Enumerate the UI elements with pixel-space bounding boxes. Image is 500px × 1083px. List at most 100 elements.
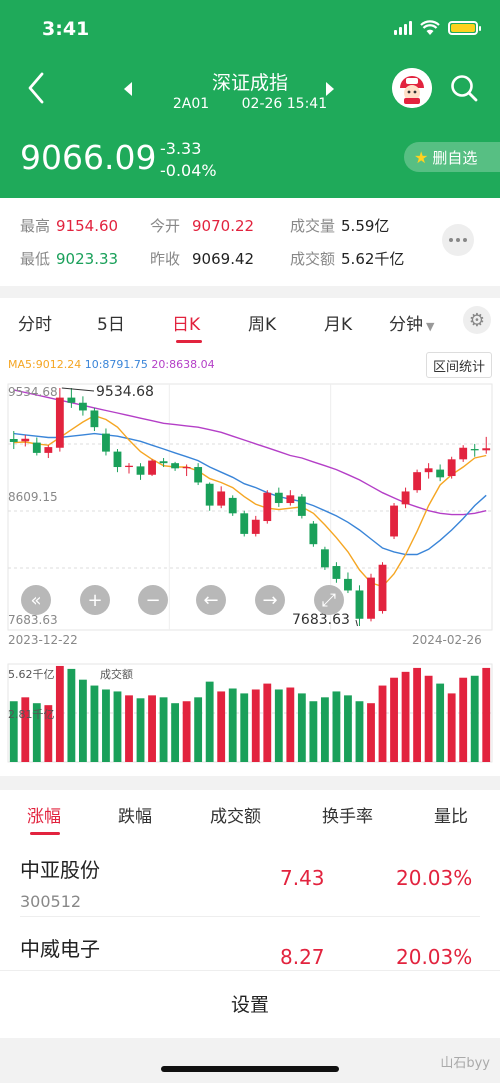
period-tabs: 分时 5日 日K 周K 月K 分钟 ▼ ⚙ <box>0 298 500 344</box>
tab-minute[interactable]: 分钟 ▼ <box>389 310 434 335</box>
ma-legend: MA5:9012.24 10:8791.75 20:8638.04 <box>8 358 215 371</box>
volume-bar <box>148 695 156 762</box>
wifi-icon <box>420 20 440 35</box>
volume-bar <box>217 691 226 762</box>
candle-body <box>228 497 237 514</box>
stock-price: 8.27 <box>280 945 325 969</box>
ma20-value: 20:8638.04 <box>151 358 215 371</box>
tab-volume-ratio[interactable]: 量比 <box>434 802 468 827</box>
date-end-label: 2024-02-26 <box>412 633 482 647</box>
header-panel: 3:41 深证成指 2A01 02-26 15:41 9066.09 -3.33… <box>0 0 500 198</box>
stock-price: 7.43 <box>280 866 325 890</box>
list-item[interactable]: 中亚股份 300512 7.43 20.03% <box>0 838 500 916</box>
candle-body <box>459 447 468 460</box>
stat-prev-close: 昨收 9069.42 <box>150 250 255 268</box>
candle-body <box>470 449 479 451</box>
expand-icon[interactable]: ⤢ <box>314 585 344 615</box>
active-tab-indicator <box>176 340 202 343</box>
candle-body <box>32 442 41 453</box>
zoom-out-icon[interactable]: − <box>138 585 168 615</box>
tab-timeshare[interactable]: 分时 <box>18 310 52 335</box>
candle-body <box>182 467 191 469</box>
kline-chart[interactable]: 9534.68 8609.15 7683.63 2023-12-22 2024-… <box>0 344 500 776</box>
candle-body <box>240 513 249 534</box>
stat-volume: 成交量 5.59亿 <box>290 217 390 235</box>
candle-body <box>390 505 398 537</box>
stock-list: 中亚股份 300512 7.43 20.03% 中威电子 8.27 20.03% <box>0 838 500 970</box>
active-tab-indicator <box>30 832 60 835</box>
range-stats-button[interactable]: 区间统计 <box>426 352 492 378</box>
candle-body <box>424 468 433 473</box>
index-code: 2A01 <box>172 96 210 112</box>
y-mid-label: 8609.15 <box>8 490 58 504</box>
avatar[interactable] <box>392 68 432 108</box>
zoom-in-icon[interactable]: + <box>80 585 110 615</box>
rewind-icon[interactable]: « <box>21 585 51 615</box>
volume-bar <box>424 675 433 762</box>
candle-body <box>355 590 364 619</box>
tab-monthly-k[interactable]: 月K <box>324 310 352 335</box>
remove-watchlist-button[interactable]: ★ 删自选 <box>404 142 500 172</box>
volume-bar <box>447 693 456 762</box>
signal-icon <box>394 21 412 35</box>
ranking-tabs: 涨幅 跌幅 成交额 换手率 量比 <box>0 790 500 838</box>
volume-bar <box>205 681 214 762</box>
volume-bar <box>78 679 87 762</box>
volume-bar <box>309 701 318 762</box>
low-marker-arrow <box>355 619 358 627</box>
index-price: 9066.09 <box>20 138 157 177</box>
volume-bar <box>482 667 491 762</box>
volume-bar <box>344 695 352 762</box>
arrow-left-icon[interactable]: ← <box>196 585 226 615</box>
tab-turnover-amount[interactable]: 成交额 <box>210 802 261 827</box>
change-percent: -0.04% <box>160 161 217 180</box>
caret-down-icon: ▼ <box>426 320 435 333</box>
stock-code: 300512 <box>20 892 82 911</box>
candle-body <box>171 463 180 469</box>
candle-body <box>159 461 168 464</box>
candle-body <box>482 448 491 451</box>
volume-bar <box>194 697 203 762</box>
volume-bar <box>125 695 133 762</box>
more-button[interactable] <box>442 224 474 256</box>
candle-body <box>367 577 375 619</box>
list-item[interactable]: 中威电子 8.27 20.03% <box>0 917 500 970</box>
volume-bar <box>55 665 64 762</box>
candle-body <box>286 495 295 504</box>
volume-bar <box>297 693 306 762</box>
settings-button[interactable]: 设置 <box>0 970 500 1038</box>
ma5-value: MA5:9012.24 <box>8 358 82 371</box>
low-marker-label: 7683.63 <box>292 612 350 628</box>
candle-body <box>378 564 387 612</box>
stock-name: 中威电子 <box>20 937 100 961</box>
search-icon[interactable] <box>448 72 480 104</box>
volume-bar <box>436 683 445 762</box>
volume-bar <box>320 697 329 762</box>
tab-5day[interactable]: 5日 <box>97 310 125 335</box>
tab-daily-k[interactable]: 日K <box>172 310 200 335</box>
tab-weekly-k[interactable]: 周K <box>248 310 276 335</box>
volume-bar <box>378 685 387 762</box>
candle-body <box>102 433 110 452</box>
candle-body <box>136 466 145 475</box>
high-marker-arrow <box>61 387 95 392</box>
gear-icon[interactable]: ⚙ <box>463 306 491 334</box>
tab-losers[interactable]: 跌幅 <box>118 802 152 827</box>
candle-body <box>320 549 329 568</box>
quote-stats: 最高 9154.60 今开 9070.22 成交量 5.59亿 最低 9023.33 昨… <box>0 198 500 286</box>
home-indicator[interactable] <box>161 1066 339 1072</box>
arrow-right-icon[interactable]: → <box>255 585 285 615</box>
stock-change-percent: 20.03% <box>396 945 473 969</box>
y-top-label: 9534.68 <box>8 385 58 399</box>
tab-turnover-rate[interactable]: 换手率 <box>322 802 373 827</box>
tab-gainers[interactable]: 涨幅 <box>27 802 61 827</box>
volume-half-label: 2.81千亿 <box>8 708 55 721</box>
stock-change-percent: 20.03% <box>396 866 473 890</box>
volume-bar <box>240 693 249 762</box>
y-bottom-label: 7683.63 <box>8 613 58 627</box>
candle-body <box>90 410 99 428</box>
stat-amount: 成交额 5.62千亿 <box>290 250 405 268</box>
volume-bar <box>67 668 76 762</box>
kline-chart-panel: 9534.68 8609.15 7683.63 2023-12-22 2024-… <box>0 344 500 776</box>
volume-bar <box>401 671 410 762</box>
